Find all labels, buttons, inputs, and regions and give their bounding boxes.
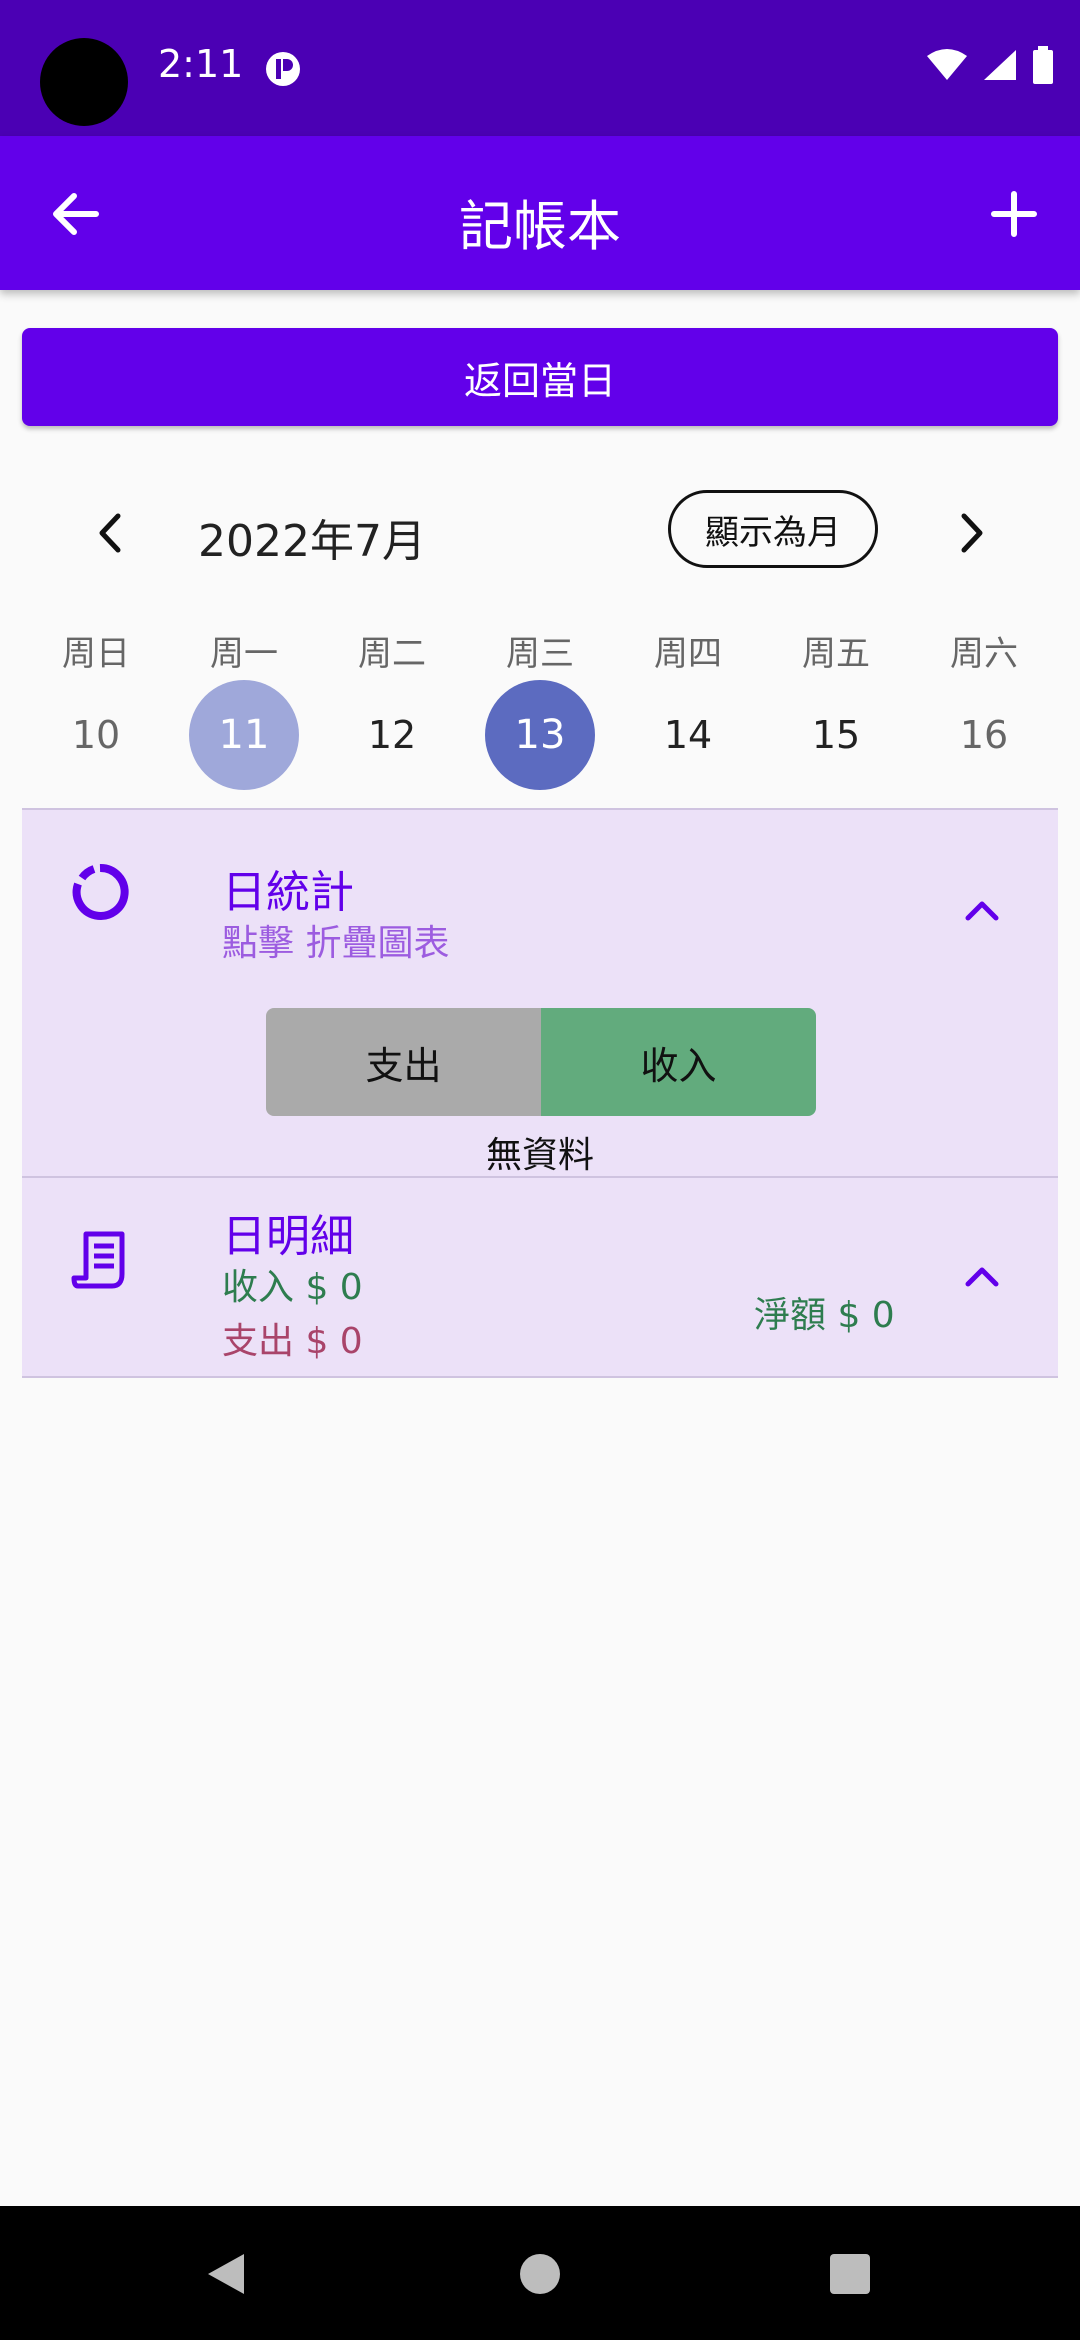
signal-icon	[984, 50, 1016, 80]
receipt-icon	[71, 1231, 125, 1289]
show-month-button[interactable]: 顯示為月	[668, 490, 878, 568]
details-title: 日明細	[222, 1211, 354, 1262]
nav-back-icon[interactable]	[204, 2250, 248, 2298]
nav-home-icon[interactable]	[520, 2254, 560, 2294]
system-nav-bar	[0, 2206, 1080, 2340]
no-data-label: 無資料	[485, 1135, 594, 1176]
weekday-label: 周五	[802, 634, 870, 674]
daily-stats-panel[interactable]: 日統計 點擊 折疊圖表 支出 收入 無資料	[22, 808, 1058, 1178]
weekday-label: 周六	[950, 634, 1018, 674]
calendar-day-selected[interactable]: 11	[189, 680, 299, 790]
expense-total: 支出 $ 0	[222, 1321, 363, 1362]
status-icons	[926, 46, 1054, 84]
expense-tab[interactable]: 支出	[266, 1008, 541, 1116]
calendar-day[interactable]: 10	[41, 680, 151, 790]
income-total: 收入 $ 0	[222, 1267, 363, 1308]
month-label: 2022年7月	[198, 516, 426, 567]
chevron-up-icon[interactable]	[962, 890, 1002, 930]
week-days-row: 10 11 12 13 14 15 16	[22, 680, 1058, 790]
weekday-label: 周二	[358, 634, 426, 674]
weekday-label: 周日	[62, 634, 130, 674]
net-total: 淨額 $ 0	[754, 1295, 895, 1336]
weekday-label: 周四	[654, 634, 722, 674]
calendar-day[interactable]: 15	[781, 680, 891, 790]
app-bar: 記帳本	[0, 136, 1080, 290]
calendar-day-today[interactable]: 13	[485, 680, 595, 790]
calendar-day[interactable]: 12	[337, 680, 447, 790]
chevron-right-icon[interactable]	[952, 508, 992, 558]
expense-income-toggle: 支出 收入	[266, 1008, 816, 1116]
weekday-header: 周日 周一 周二 周三 周四 周五 周六	[22, 626, 1058, 675]
camera-cutout	[40, 38, 128, 126]
battery-icon	[1033, 46, 1053, 84]
calendar-day[interactable]: 16	[929, 680, 1039, 790]
chevron-up-icon[interactable]	[962, 1256, 1002, 1296]
weekday-label: 周三	[506, 634, 574, 674]
wifi-icon	[927, 49, 967, 80]
calendar-day[interactable]: 14	[633, 680, 743, 790]
daily-details-panel[interactable]: 日明細 收入 $ 0 支出 $ 0 淨額 $ 0	[22, 1176, 1058, 1378]
status-time: 2:11	[158, 42, 244, 86]
stats-title: 日統計	[222, 867, 354, 918]
stats-subtitle: 點擊 折疊圖表	[222, 923, 450, 964]
weekday-label: 周一	[210, 634, 278, 674]
status-bar: 2:11	[0, 0, 1080, 136]
return-today-button[interactable]: 返回當日	[22, 328, 1058, 426]
chevron-left-icon[interactable]	[90, 508, 130, 558]
nav-recents-icon[interactable]	[830, 2254, 870, 2294]
add-icon[interactable]	[982, 182, 1046, 246]
app-title: 記帳本	[459, 195, 621, 258]
notification-app-icon	[266, 52, 300, 86]
donut-chart-icon	[72, 863, 129, 920]
income-tab[interactable]: 收入	[541, 1008, 816, 1116]
